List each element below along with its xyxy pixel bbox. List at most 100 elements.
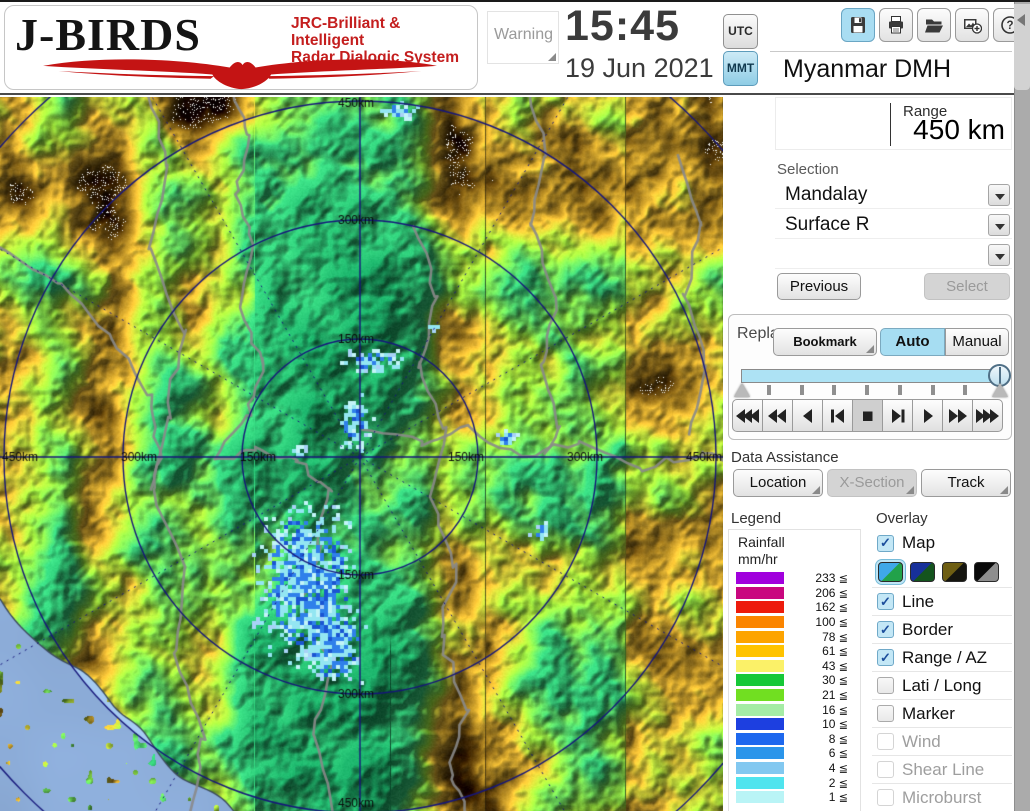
playback-controls [732, 399, 1003, 432]
playback-step-back-button[interactable] [822, 399, 853, 432]
overlay-title: Overlay [876, 510, 928, 527]
map-style-swatch-2[interactable] [910, 562, 935, 582]
playback-forward-fast-button[interactable] [972, 399, 1003, 432]
legend-value: 43 ≦ [822, 658, 848, 673]
legend-value: 4 ≦ [828, 761, 848, 776]
legend-row: 162 ≦ [729, 600, 860, 615]
radar-map[interactable] [0, 97, 723, 811]
legend-color-swatch [736, 776, 784, 789]
playback-forward-button[interactable] [942, 399, 973, 432]
selection-dropdown-2[interactable]: Surface R [775, 212, 1012, 239]
select-button[interactable]: Select [924, 273, 1010, 300]
timezone-utc-button[interactable]: UTC [723, 14, 758, 49]
print-icon [889, 16, 903, 34]
legend-color-swatch [736, 645, 784, 658]
checkbox-line[interactable]: ✓ [877, 593, 894, 610]
dropdown-arrow-icon[interactable] [988, 214, 1010, 236]
map-style-selector [872, 557, 1012, 587]
checkbox-lati-long[interactable] [877, 677, 894, 694]
save-icon [851, 17, 865, 33]
legend-color-swatch [736, 747, 784, 760]
add-image-button[interactable] [955, 8, 989, 42]
svg-text:?: ? [1006, 20, 1013, 32]
playback-play-button[interactable] [912, 399, 943, 432]
dropdown-arrow-icon[interactable] [988, 244, 1010, 266]
more-options-grip-icon [1000, 486, 1008, 494]
overlay-panel: ✓ Map ✓ Line ✓ Border ✓ Range / AZ Lati / Long Ma… [872, 529, 1012, 811]
checkbox-range-az[interactable]: ✓ [877, 649, 894, 666]
range-panel: Range 450 km [775, 97, 1012, 150]
playback-rewind-button[interactable] [762, 399, 793, 432]
replay-slider-track[interactable] [741, 369, 1005, 383]
timezone-mmt-button[interactable]: MMT [723, 51, 758, 86]
replay-auto-button[interactable]: Auto [880, 328, 945, 356]
x-section-button[interactable]: X-Section [827, 469, 917, 497]
legend-title: Legend [731, 510, 782, 527]
overlay-label: Range / AZ [902, 647, 988, 667]
add-image-icon [964, 19, 982, 34]
track-button[interactable]: Track [921, 469, 1011, 497]
legend-row: 1 ≦ [729, 790, 860, 805]
dropdown-value: Mandalay [785, 184, 868, 205]
map-style-swatch-1[interactable] [878, 562, 903, 582]
play-reverse-icon [802, 408, 812, 423]
slider-tick [963, 385, 968, 395]
checkbox-marker[interactable] [877, 705, 894, 722]
legend-row: 206 ≦ [729, 586, 860, 601]
selection-dropdown-3[interactable] [775, 242, 1012, 269]
checkbox-map[interactable]: ✓ [877, 534, 894, 552]
open-folder-button[interactable] [917, 8, 951, 42]
playback-rewind-fast-button[interactable] [732, 399, 763, 432]
selection-dropdown-1[interactable]: Mandalay [775, 182, 1012, 209]
legend-row: 2 ≦ [729, 775, 860, 790]
more-options-grip-icon [906, 486, 914, 494]
overlay-label: Lati / Long [902, 675, 982, 695]
legend-color-swatch [736, 689, 784, 702]
overlay-item-marker: Marker [872, 699, 1012, 727]
print-button[interactable] [879, 8, 913, 42]
collapse-arrow-icon [1017, 14, 1025, 26]
replay-manual-button[interactable]: Manual [945, 328, 1009, 356]
legend-value: 100 ≦ [815, 615, 848, 630]
map-style-swatch-3[interactable] [942, 562, 967, 582]
button-label: Track [947, 474, 985, 491]
slider-start-marker-icon[interactable] [734, 383, 750, 397]
warning-button[interactable]: Warning [487, 11, 559, 64]
playback-step-forward-button[interactable] [882, 399, 913, 432]
checkbox-border[interactable]: ✓ [877, 621, 894, 638]
rewind-icon [767, 408, 786, 423]
replay-panel: Replay Bookmark Auto Manual [728, 314, 1012, 440]
forward-fast-icon [975, 408, 999, 423]
legend-value: 30 ≦ [822, 673, 848, 688]
checkbox-microburst [877, 789, 894, 806]
slider-tick [767, 385, 771, 395]
dropdown-arrow-icon[interactable] [988, 184, 1010, 206]
overlay-item-wind: Wind [872, 727, 1012, 755]
playback-play-reverse-button[interactable] [792, 399, 823, 432]
legend-value: 1 ≦ [828, 790, 848, 805]
bookmark-button[interactable]: Bookmark [773, 328, 877, 356]
legend-color-swatch [736, 762, 784, 775]
legend-value: 6 ≦ [828, 746, 848, 761]
location-button[interactable]: Location [733, 469, 823, 497]
panel-scroll-strip[interactable] [1014, 2, 1030, 811]
station-name: Myanmar DMH [783, 55, 952, 83]
legend-color-swatch [736, 659, 784, 672]
slider-end-marker-icon[interactable] [992, 383, 1008, 397]
slider-tick [832, 385, 837, 395]
app-logo: J-BIRDS JRC-Brilliant & Intelligent Rada… [4, 5, 478, 90]
eagle-logo-icon [43, 59, 437, 90]
previous-button[interactable]: Previous [777, 273, 861, 300]
legend-color-swatch [736, 630, 784, 643]
legend-row: 43 ≦ [729, 659, 860, 674]
overlay-label: Marker [902, 703, 955, 723]
map-style-swatch-4[interactable] [974, 562, 999, 582]
overlay-label: Wind [902, 731, 941, 751]
panel-collapse-tab[interactable] [1014, 4, 1030, 90]
dropdown-value: Surface R [785, 214, 870, 235]
step-forward-icon [891, 408, 904, 423]
forward-icon [948, 408, 967, 423]
save-button[interactable] [841, 8, 875, 42]
playback-stop-button[interactable] [852, 399, 883, 432]
checkbox-shear-line [877, 761, 894, 778]
